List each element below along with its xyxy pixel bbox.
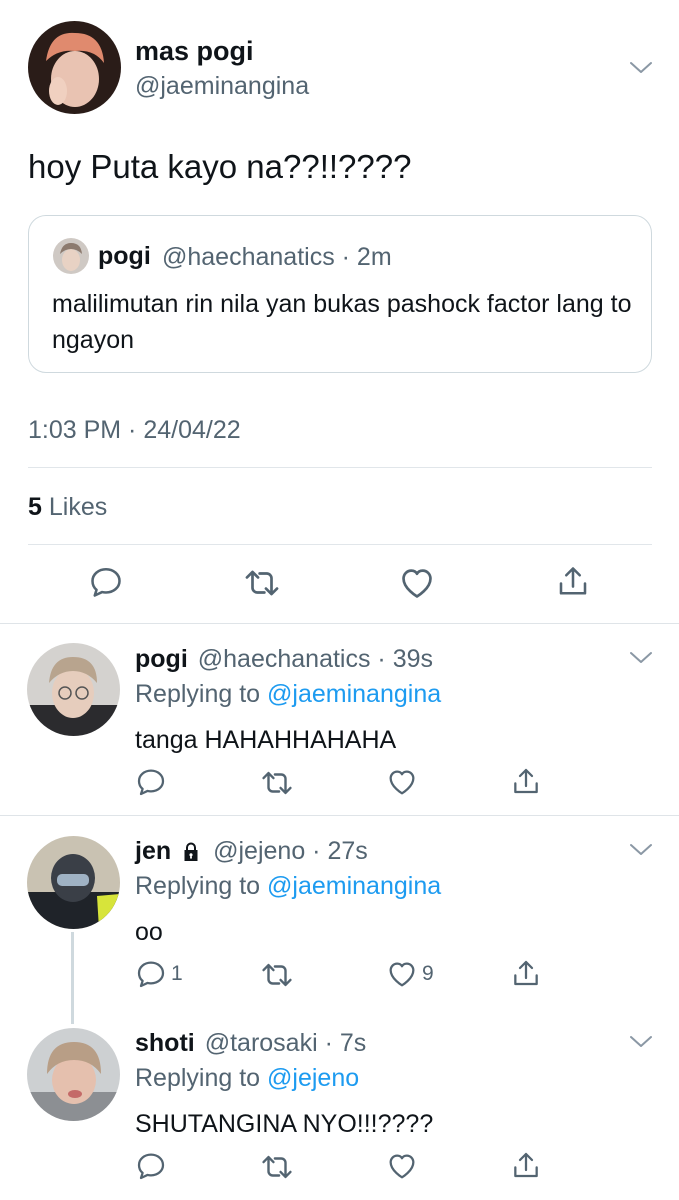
share-button[interactable] <box>510 1150 542 1182</box>
reply-author-name: jen <box>135 837 172 865</box>
divider <box>0 623 679 624</box>
reply-author-handle: @jejeno · 27s <box>213 837 368 865</box>
chevron-down-icon[interactable] <box>628 650 654 666</box>
reply-icon <box>135 766 167 798</box>
retweet-button[interactable] <box>260 1150 294 1184</box>
reply-author-name: pogi <box>135 645 188 673</box>
replying-to-label: Replying to <box>135 1064 268 1092</box>
replying-to: Replying to @jaeminangina <box>135 680 441 709</box>
like-count: 9 <box>422 962 434 985</box>
reply-author-handle: @haechanatics · 39s <box>197 645 433 673</box>
replying-to: Replying to @jaeminangina <box>135 872 441 901</box>
avatar[interactable] <box>28 21 121 114</box>
reply-icon <box>88 564 124 600</box>
author-name[interactable]: mas pogi <box>135 36 254 67</box>
replying-to: Replying to @jejeno <box>135 1064 359 1093</box>
divider <box>28 544 652 545</box>
tweet-timestamp[interactable]: 1:03 PM · 24/04/22 <box>28 416 241 445</box>
reply-author[interactable]: jen @jejeno · 27s <box>135 837 368 866</box>
retweet-icon <box>260 1150 294 1184</box>
share-button[interactable] <box>510 766 542 798</box>
author-handle[interactable]: @jaeminangina <box>135 72 309 101</box>
retweet-button[interactable] <box>260 766 294 800</box>
reply-icon <box>135 958 167 990</box>
reply-count: 1 <box>171 962 183 985</box>
divider <box>0 815 679 816</box>
like-icon <box>386 766 418 798</box>
avatar <box>53 238 89 274</box>
quoted-author-name: pogi <box>98 242 151 270</box>
reply-text: oo <box>135 918 163 946</box>
like-button[interactable]: 9 <box>386 958 434 990</box>
like-button[interactable] <box>398 564 436 602</box>
mention-link[interactable]: @jejeno <box>267 1064 359 1092</box>
retweet-icon <box>260 766 294 800</box>
avatar[interactable] <box>27 836 120 929</box>
like-icon <box>398 564 436 602</box>
chevron-down-icon[interactable] <box>628 60 654 76</box>
like-icon <box>386 958 418 990</box>
like-icon <box>386 1150 418 1182</box>
retweet-button[interactable] <box>243 564 281 602</box>
reply-author-name: shoti <box>135 1029 195 1057</box>
retweet-button[interactable] <box>260 958 294 992</box>
share-button[interactable] <box>555 564 591 600</box>
chevron-down-icon[interactable] <box>628 842 654 858</box>
thread-connector <box>71 932 74 1024</box>
chevron-down-icon[interactable] <box>628 1034 654 1050</box>
tweet-text: hoy Puta kayo na??!!???? <box>28 148 412 185</box>
quoted-author-handle: @haechanatics · 2m <box>162 243 392 271</box>
retweet-icon <box>243 564 281 602</box>
likes-count[interactable]: 5 Likes <box>28 493 107 522</box>
share-icon <box>510 1150 542 1182</box>
likes-label: Likes <box>48 493 108 521</box>
like-button[interactable] <box>386 1150 418 1182</box>
retweet-icon <box>260 958 294 992</box>
reply-text: SHUTANGINA NYO!!!???? <box>135 1110 434 1138</box>
likes-number: 5 <box>28 493 42 521</box>
reply-icon <box>135 1150 167 1182</box>
replying-to-label: Replying to <box>135 872 268 900</box>
reply-author[interactable]: shoti @tarosaki · 7s <box>135 1029 366 1058</box>
like-button[interactable] <box>386 766 418 798</box>
reply-author[interactable]: pogi @haechanatics · 39s <box>135 645 433 674</box>
mention-link[interactable]: @jaeminangina <box>267 680 441 708</box>
avatar[interactable] <box>27 1028 120 1121</box>
lock-icon <box>179 840 203 864</box>
mention-link[interactable]: @jaeminangina <box>267 872 441 900</box>
replying-to-label: Replying to <box>135 680 268 708</box>
quoted-tweet[interactable]: pogi @haechanatics · 2m malilimutan rin … <box>28 215 652 373</box>
reply-button[interactable]: 1 <box>135 958 183 990</box>
divider <box>28 467 652 468</box>
reply-button[interactable] <box>88 564 124 600</box>
avatar[interactable] <box>27 643 120 736</box>
reply-button[interactable] <box>135 1150 167 1182</box>
share-icon <box>510 958 542 990</box>
reply-button[interactable] <box>135 766 167 798</box>
share-icon <box>555 564 591 600</box>
reply-text: tanga HAHAHHAHAHA <box>135 726 397 754</box>
share-icon <box>510 766 542 798</box>
reply-author-handle: @tarosaki · 7s <box>204 1029 367 1057</box>
share-button[interactable] <box>510 958 542 990</box>
quoted-tweet-text: malilimutan rin nila yan bukas pashock f… <box>52 290 632 354</box>
